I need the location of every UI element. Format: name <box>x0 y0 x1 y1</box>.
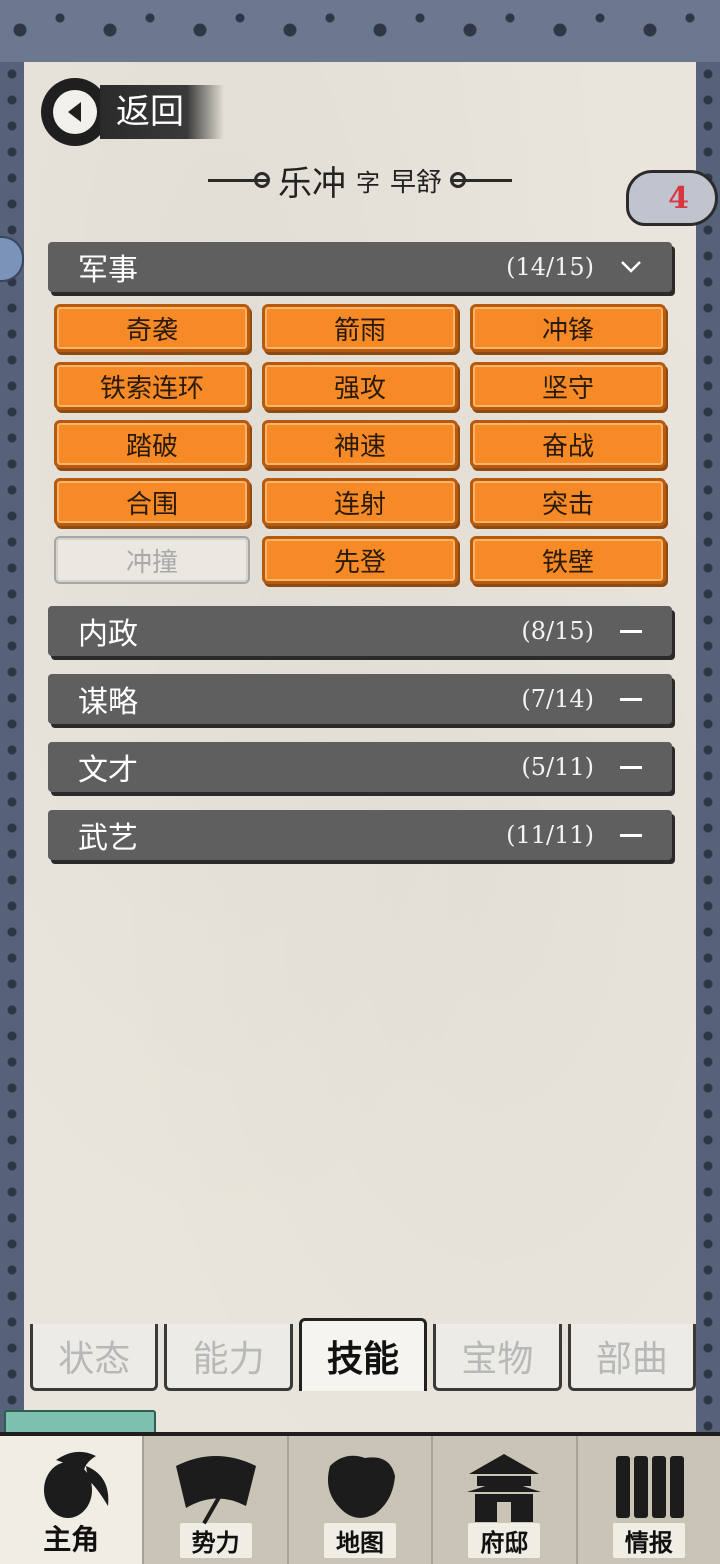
skill-button[interactable]: 连射 <box>262 478 458 526</box>
category-name: 军事 <box>78 253 138 288</box>
skill-button-locked[interactable]: 冲撞 <box>54 536 250 584</box>
skill-button[interactable]: 突击 <box>470 478 666 526</box>
flag-icon <box>166 1446 266 1530</box>
nav-intel[interactable]: 情报 <box>578 1436 720 1564</box>
badge-count: 4 <box>668 180 689 216</box>
character-name: 乐冲 <box>277 163 346 204</box>
mansion-icon <box>459 1446 549 1530</box>
category-count: (5/11) <box>521 753 594 781</box>
skill-button[interactable]: 奇袭 <box>54 304 250 352</box>
nav-faction[interactable]: 势力 <box>144 1436 289 1564</box>
category-name: 谋略 <box>78 685 138 720</box>
right-ornament-icon <box>450 172 512 188</box>
category-count: (8/15) <box>521 617 594 645</box>
back-label: 返回 <box>100 85 224 139</box>
category-civil[interactable]: 内政 (8/15) <box>48 606 672 656</box>
category-military[interactable]: 军事 (14/15) <box>48 242 672 292</box>
collapse-icon <box>618 619 644 644</box>
hero-icon <box>26 1446 116 1530</box>
map-icon <box>315 1446 405 1530</box>
collapse-icon <box>618 823 644 848</box>
skill-button[interactable]: 踏破 <box>54 420 250 468</box>
sub-tab-bar: 状态 能力 技能 宝物 部曲 <box>30 1318 697 1391</box>
bottom-nav: 主角 势力 地图 府邸 情报 <box>0 1432 720 1564</box>
category-literary[interactable]: 文才 (5/11) <box>48 742 672 792</box>
collapse-icon <box>618 687 644 712</box>
chevron-down-icon <box>618 255 644 280</box>
category-count: (11/11) <box>506 821 594 849</box>
left-ornament-icon <box>207 172 270 188</box>
tab-treasure[interactable]: 宝物 <box>433 1324 562 1391</box>
collapse-icon <box>618 755 644 780</box>
skill-button[interactable]: 奋战 <box>470 420 666 468</box>
skill-button[interactable]: 合围 <box>54 478 250 526</box>
skill-button[interactable]: 坚守 <box>470 362 666 410</box>
scroll-icon <box>604 1446 694 1530</box>
zi-label: 字 <box>355 168 380 197</box>
ornate-top-border <box>0 0 720 66</box>
military-skills-grid: 奇袭 箭雨 冲锋 铁索连环 强攻 坚守 踏破 神速 奋战 合围 连射 突击 冲撞… <box>54 304 668 584</box>
category-name: 武艺 <box>78 821 138 856</box>
nav-mansion[interactable]: 府邸 <box>433 1436 578 1564</box>
category-strategy[interactable]: 谋略 (7/14) <box>48 674 672 724</box>
character-title: 乐冲 字 早舒 <box>160 155 560 205</box>
nav-hero[interactable]: 主角 <box>0 1436 145 1564</box>
skill-button[interactable]: 先登 <box>262 536 458 584</box>
back-arrow-icon <box>53 90 97 134</box>
category-count: (14/15) <box>506 253 594 281</box>
skill-button[interactable]: 强攻 <box>262 362 458 410</box>
cloud-badge[interactable]: 4 <box>626 170 718 226</box>
ornate-right-border <box>693 62 720 1442</box>
tab-skills[interactable]: 技能 <box>298 1318 428 1391</box>
skill-button[interactable]: 铁索连环 <box>54 362 250 410</box>
category-name: 文才 <box>78 753 138 788</box>
tab-troops[interactable]: 部曲 <box>567 1324 697 1391</box>
tab-ability[interactable]: 能力 <box>164 1324 293 1391</box>
tab-status[interactable]: 状态 <box>30 1324 159 1391</box>
skill-button[interactable]: 冲锋 <box>470 304 666 352</box>
skill-button[interactable]: 神速 <box>262 420 458 468</box>
skill-button[interactable]: 箭雨 <box>262 304 458 352</box>
category-martial[interactable]: 武艺 (11/11) <box>48 810 672 860</box>
back-button[interactable]: 返回 <box>44 80 244 144</box>
back-circle <box>44 81 106 143</box>
nav-map[interactable]: 地图 <box>289 1436 434 1564</box>
category-count: (7/14) <box>521 685 594 713</box>
category-name: 内政 <box>78 617 138 652</box>
skill-button[interactable]: 铁壁 <box>470 536 666 584</box>
style-name: 早舒 <box>389 167 442 198</box>
